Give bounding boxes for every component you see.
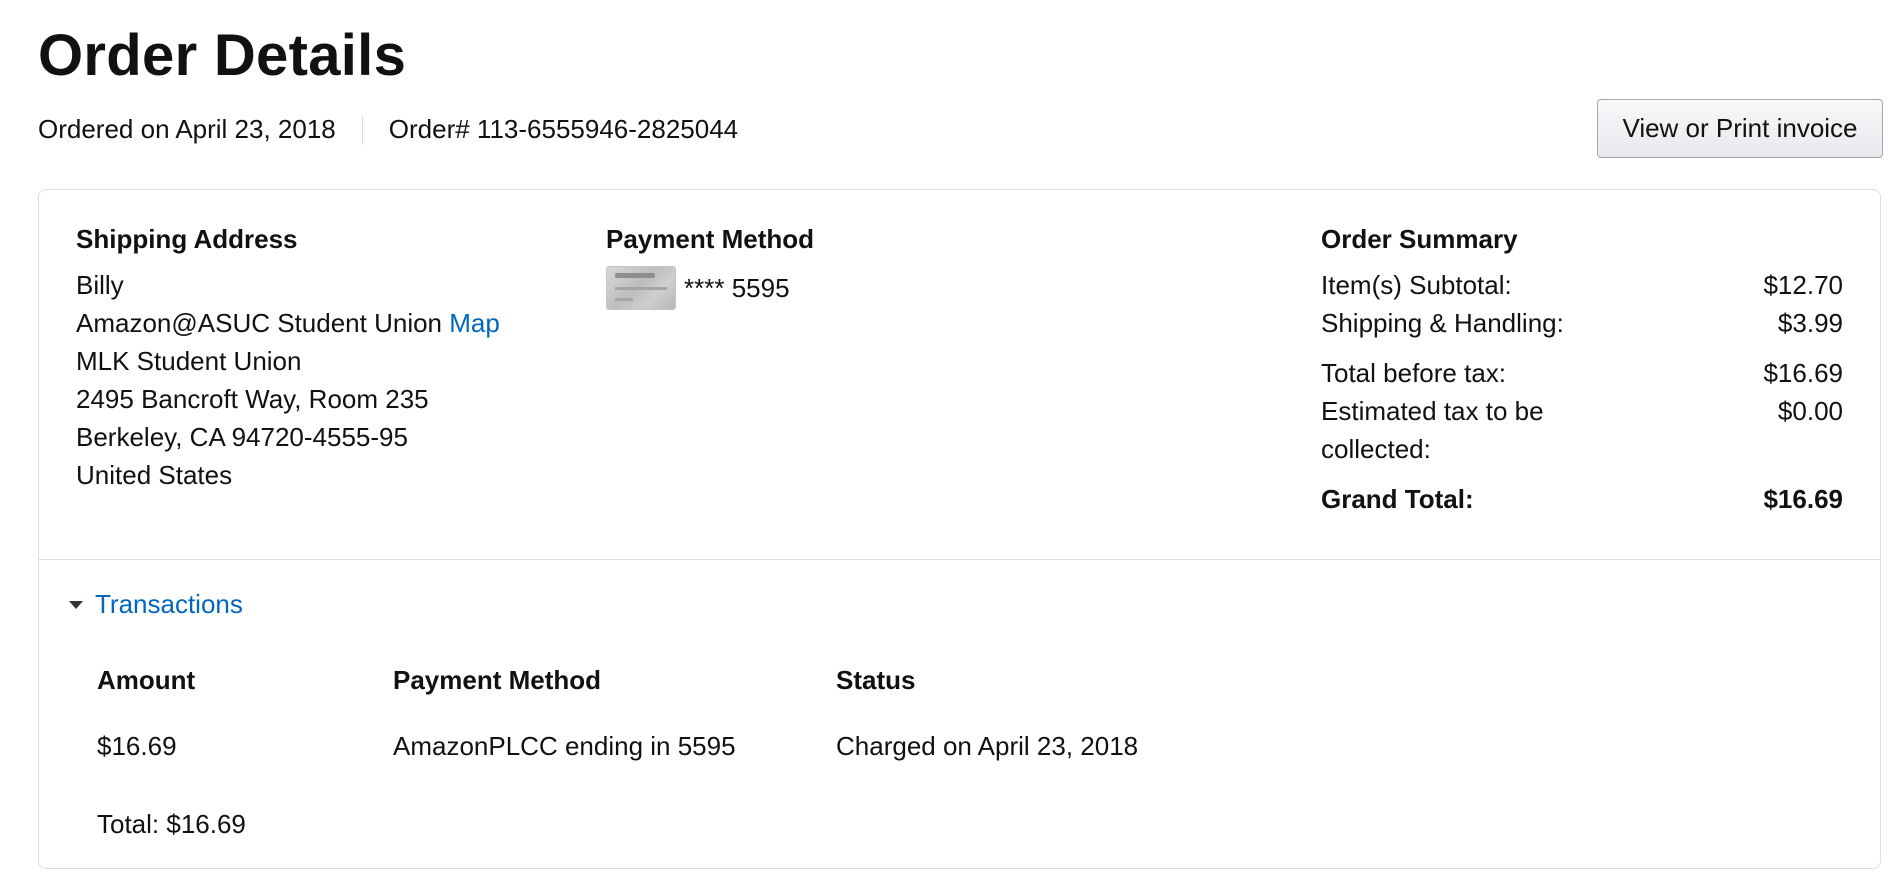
card-mask: **** 5595 bbox=[684, 273, 790, 303]
order-info-box: Shipping Address Billy Amazon@ASUC Stude… bbox=[38, 189, 1881, 869]
summary-label: Estimated tax to be collected: bbox=[1321, 396, 1544, 464]
payment-card-row: **** 5595 bbox=[606, 266, 814, 310]
summary-row-before-tax: Total before tax: $16.69 bbox=[1321, 354, 1843, 392]
view-print-invoice-button[interactable]: View or Print invoice bbox=[1597, 99, 1883, 158]
amazon-card-icon bbox=[606, 266, 676, 310]
caret-down-icon bbox=[69, 600, 83, 609]
transactions-table: Amount Payment Method Status $16.69 Amaz… bbox=[97, 662, 1236, 764]
summary-row-tax: Estimated tax to be collected: $0.00 bbox=[1321, 392, 1843, 468]
payment-method-section: Payment Method **** 5595 bbox=[606, 220, 814, 310]
grand-total-label: Grand Total: bbox=[1321, 484, 1474, 514]
transaction-amount: $16.69 bbox=[97, 731, 177, 761]
order-number: Order# 113-6555946-2825044 bbox=[388, 114, 739, 144]
summary-label: Item(s) Subtotal: bbox=[1321, 270, 1512, 300]
shipping-country: United States bbox=[76, 460, 233, 490]
shipping-address-section: Shipping Address Billy Amazon@ASUC Stude… bbox=[76, 220, 500, 494]
column-header-payment-method: Payment Method bbox=[393, 665, 602, 695]
payment-method-heading: Payment Method bbox=[606, 224, 815, 254]
column-header-amount: Amount bbox=[97, 665, 196, 695]
order-meta: Ordered on April 23, 2018 Order# 113-655… bbox=[38, 114, 738, 145]
shipping-line1: Amazon@ASUC Student Union bbox=[76, 308, 443, 338]
shipping-line4: Berkeley, CA 94720-4555-95 bbox=[76, 422, 408, 452]
ordered-on-date: Ordered on April 23, 2018 bbox=[38, 114, 336, 144]
page-title: Order Details bbox=[38, 23, 407, 88]
transactions-label: Transactions bbox=[95, 589, 243, 619]
grand-total-value: $16.69 bbox=[1763, 484, 1843, 514]
transaction-status: Charged on April 23, 2018 bbox=[836, 731, 1139, 761]
shipping-name: Billy bbox=[76, 270, 124, 300]
meta-divider bbox=[361, 114, 363, 145]
summary-row-subtotal: Item(s) Subtotal: $12.70 bbox=[1321, 266, 1843, 304]
transaction-method: AmazonPLCC ending in 5595 bbox=[393, 731, 736, 761]
order-info-top: Shipping Address Billy Amazon@ASUC Stude… bbox=[39, 190, 1880, 560]
transactions-header-row: Amount Payment Method Status bbox=[97, 662, 1236, 698]
summary-label: Total before tax: bbox=[1321, 358, 1506, 388]
order-details-page: Order Details Ordered on April 23, 2018 … bbox=[0, 0, 1894, 892]
transactions-total: Total: $16.69 bbox=[97, 809, 246, 839]
transactions-toggle[interactable]: Transactions bbox=[69, 589, 243, 620]
map-link[interactable]: Map bbox=[449, 308, 500, 338]
summary-value: $16.69 bbox=[1763, 358, 1843, 388]
summary-row-shipping: Shipping & Handling: $3.99 bbox=[1321, 304, 1843, 342]
column-header-status: Status bbox=[836, 665, 916, 695]
order-summary-section: Order Summary Item(s) Subtotal: $12.70 S… bbox=[1321, 220, 1843, 518]
shipping-line3: 2495 Bancroft Way, Room 235 bbox=[76, 384, 429, 414]
summary-row-grand-total: Grand Total: $16.69 bbox=[1321, 480, 1843, 518]
summary-value: $12.70 bbox=[1763, 270, 1843, 300]
summary-value: $3.99 bbox=[1777, 308, 1843, 338]
shipping-line2: MLK Student Union bbox=[76, 346, 302, 376]
table-row: $16.69 AmazonPLCC ending in 5595 Charged… bbox=[97, 728, 1236, 764]
summary-label: Shipping & Handling: bbox=[1321, 308, 1564, 338]
summary-value: $0.00 bbox=[1777, 396, 1843, 426]
order-summary-heading: Order Summary bbox=[1321, 224, 1518, 254]
shipping-address-heading: Shipping Address bbox=[76, 224, 298, 254]
shipping-line1-row: Amazon@ASUC Student Union Map bbox=[76, 304, 500, 342]
